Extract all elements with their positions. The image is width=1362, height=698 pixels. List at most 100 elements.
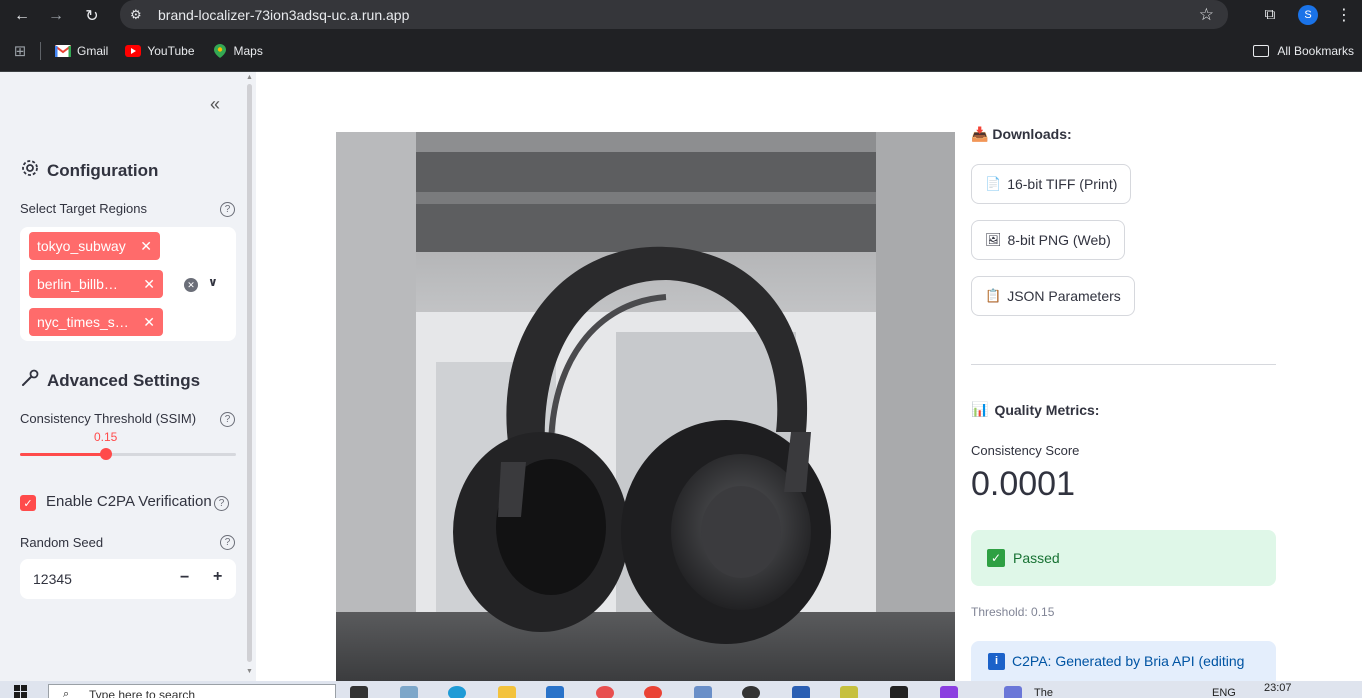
help-icon[interactable]: ?	[220, 202, 235, 217]
slider-thumb[interactable]	[100, 448, 113, 460]
bookmark-star-icon[interactable]: ☆	[1199, 5, 1214, 25]
chip-label: nyc_times_s…	[37, 314, 129, 330]
profile-avatar[interactable]: S	[1298, 4, 1318, 25]
bookmarks-bar: ⊞ Gmail YouTube Maps All Bookmarks	[0, 31, 1362, 72]
chip-label: berlin_billb…	[37, 276, 118, 292]
ssim-slider[interactable]	[20, 448, 236, 460]
windows-start-icon[interactable]	[14, 685, 28, 698]
app-icon[interactable]	[840, 686, 858, 698]
taskbar: ⌕ Type here to search The ENG 23:07	[0, 681, 1362, 698]
remove-chip-icon[interactable]: ✕	[140, 238, 152, 255]
seed-input[interactable]: 12345 − +	[20, 559, 236, 599]
decrement-button[interactable]: −	[180, 569, 189, 587]
bookmarks-divider	[40, 42, 41, 60]
chevron-down-icon[interactable]: ∨	[208, 275, 218, 289]
advanced-settings-title: Advanced Settings	[47, 370, 201, 390]
bookmark-youtube[interactable]: YouTube	[125, 44, 195, 58]
app-icon[interactable]	[546, 686, 564, 698]
download-tiff-button[interactable]: 📄 16-bit TIFF (Print)	[971, 164, 1132, 204]
address-bar[interactable]: ⚙ brand-localizer-73ion3adsq-uc.a.run.ap…	[120, 0, 1228, 29]
app-icon[interactable]	[940, 686, 958, 698]
toolbar-right: ⧉ S ⋮	[1256, 0, 1362, 29]
bookmark-maps[interactable]: Maps	[212, 44, 263, 58]
configuration-title: Configuration	[47, 160, 159, 180]
gear-icon	[20, 158, 40, 183]
url-text[interactable]: brand-localizer-73ion3adsq-uc.a.run.app	[158, 7, 409, 23]
document-icon: 📄	[985, 176, 1002, 191]
button-label: 16-bit TIFF (Print)	[1007, 176, 1118, 192]
app-icon[interactable]	[400, 686, 418, 698]
site-info-icon[interactable]: ⚙	[130, 7, 150, 23]
app-icon[interactable]	[742, 686, 760, 698]
scroll-up-icon[interactable]: ▲	[246, 74, 253, 81]
back-icon[interactable]: ←	[8, 2, 36, 30]
scroll-down-icon[interactable]: ▼	[246, 668, 253, 675]
divider	[971, 364, 1276, 365]
app-icon[interactable]	[1004, 686, 1022, 698]
collapse-sidebar-icon[interactable]: «	[210, 94, 220, 115]
increment-button[interactable]: +	[213, 568, 222, 586]
seed-value[interactable]: 12345	[33, 571, 72, 587]
help-icon[interactable]: ?	[220, 535, 235, 550]
slider-fill	[20, 453, 107, 456]
edge-icon[interactable]	[448, 686, 466, 698]
quality-metrics-header: 📊 Quality Metrics:	[971, 401, 1099, 418]
region-chip-berlin[interactable]: berlin_billb… ✕	[29, 270, 163, 298]
c2pa-checkbox[interactable]: ✓	[20, 495, 36, 511]
language-indicator[interactable]: ENG	[1212, 687, 1236, 698]
folder-icon	[1253, 45, 1270, 57]
consistency-value: 0.0001	[971, 465, 1075, 503]
c2pa-label[interactable]: Enable C2PA Verification	[46, 493, 212, 510]
check-mark-icon: ✓	[987, 549, 1005, 567]
app-icon[interactable]	[596, 686, 614, 698]
taskbar-search[interactable]: ⌕ Type here to search	[48, 684, 336, 698]
clear-all-icon[interactable]: ✕	[184, 278, 198, 292]
quality-title: Quality Metrics:	[994, 401, 1100, 418]
downloads-header: 📥 Downloads:	[971, 126, 1072, 143]
menu-icon[interactable]: ⋮	[1332, 5, 1356, 25]
app-icon[interactable]	[694, 686, 712, 698]
chrome-icon[interactable]	[644, 686, 662, 698]
wrench-icon	[20, 368, 40, 393]
task-view-icon[interactable]	[350, 686, 368, 698]
bookmark-label: Gmail	[77, 44, 109, 58]
chip-label: tokyo_subway	[37, 238, 126, 254]
consistency-label: Consistency Score	[971, 443, 1080, 458]
status-success-alert: ✓ Passed	[971, 530, 1276, 586]
region-chip-nyc[interactable]: nyc_times_s… ✕	[29, 308, 163, 336]
regions-multiselect[interactable]: tokyo_subway ✕ berlin_billb… ✕ nyc_times…	[20, 227, 236, 341]
clipboard-icon: 📋	[985, 288, 1002, 303]
gmail-icon	[55, 45, 71, 57]
all-bookmarks-label: All Bookmarks	[1277, 44, 1354, 58]
help-icon[interactable]: ?	[214, 496, 229, 511]
remove-chip-icon[interactable]: ✕	[143, 314, 155, 331]
clock-time[interactable]: 23:07	[1264, 682, 1292, 694]
region-chip-tokyo[interactable]: tokyo_subway ✕	[29, 232, 160, 260]
sidebar-scrollbar[interactable]	[247, 84, 252, 662]
configuration-header: Configuration	[20, 158, 158, 183]
apps-grid-icon[interactable]: ⊞	[0, 42, 40, 60]
ssim-label: Consistency Threshold (SSIM)	[20, 411, 197, 426]
taskbar-item-label[interactable]: The	[1034, 687, 1053, 698]
browser-toolbar: ← → ↻ ⚙ brand-localizer-73ion3adsq-uc.a.…	[0, 0, 1362, 31]
info-icon: i	[988, 652, 1005, 670]
advanced-settings-header: Advanced Settings	[20, 368, 200, 393]
search-placeholder: Type here to search	[89, 688, 196, 698]
product-image	[336, 132, 955, 681]
regions-label: Select Target Regions	[20, 201, 147, 216]
file-explorer-icon[interactable]	[498, 686, 516, 698]
reload-icon[interactable]: ↻	[78, 2, 106, 30]
download-png-button[interactable]: 🖼 8-bit PNG (Web)	[971, 220, 1125, 260]
download-json-button[interactable]: 📋 JSON Parameters	[971, 276, 1135, 316]
button-label: 8-bit PNG (Web)	[1007, 232, 1111, 248]
bar-chart-icon: 📊	[971, 401, 989, 417]
remove-chip-icon[interactable]: ✕	[143, 276, 155, 293]
picture-icon: 🖼	[985, 232, 1002, 247]
all-bookmarks[interactable]: All Bookmarks	[1253, 44, 1354, 58]
terminal-icon[interactable]	[890, 686, 908, 698]
help-icon[interactable]: ?	[220, 412, 235, 427]
extensions-icon[interactable]: ⧉	[1256, 6, 1284, 23]
forward-icon[interactable]: →	[42, 2, 70, 30]
bookmark-gmail[interactable]: Gmail	[55, 44, 108, 58]
vscode-icon[interactable]	[792, 686, 810, 698]
